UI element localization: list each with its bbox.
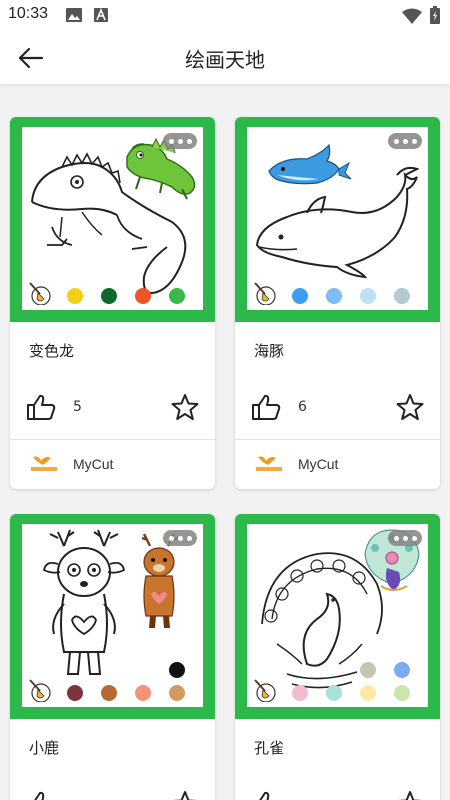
thumbs-up-icon[interactable]	[251, 790, 281, 800]
drawing-name: 海豚	[254, 342, 285, 360]
drawing-card[interactable]: 海豚 6 MyCut	[235, 117, 440, 489]
thumbs-up-icon[interactable]	[26, 790, 56, 800]
page-title: 绘画天地	[185, 48, 265, 72]
thumbs-up-icon[interactable]	[26, 393, 56, 421]
drawing-card[interactable]: 孔雀	[235, 514, 440, 800]
favorite-star-icon[interactable]	[396, 393, 424, 421]
more-options-button[interactable]	[388, 530, 422, 546]
divider	[10, 439, 215, 440]
like-count: 6	[298, 399, 307, 415]
palette-color-dot[interactable]	[394, 685, 410, 701]
palette-color-dot[interactable]	[360, 288, 376, 304]
more-options-button[interactable]	[163, 530, 197, 546]
palette-color-dot[interactable]	[101, 288, 117, 304]
palette-color-dot[interactable]	[169, 685, 185, 701]
drawing-thumbnail[interactable]	[235, 514, 440, 719]
drawing-card[interactable]: 小鹿	[10, 514, 215, 800]
more-options-button[interactable]	[388, 133, 422, 149]
status-bar: 10:33	[0, 0, 450, 32]
favorite-star-icon[interactable]	[396, 790, 424, 800]
paint-brush-icon[interactable]	[253, 678, 277, 702]
palette-color-dot[interactable]	[292, 288, 308, 304]
divider	[235, 439, 440, 440]
status-time: 10:33	[8, 5, 49, 22]
drawing-thumbnail[interactable]	[235, 117, 440, 322]
author-name[interactable]: MyCut	[73, 456, 113, 472]
paint-brush-icon[interactable]	[253, 281, 277, 305]
drawing-name: 孔雀	[254, 739, 285, 757]
palette-color-dot[interactable]	[135, 288, 151, 304]
palette-color-dot[interactable]	[135, 685, 151, 701]
paint-brush-icon[interactable]	[28, 678, 52, 702]
palette-color-dot[interactable]	[360, 662, 376, 678]
thumbs-up-icon[interactable]	[251, 393, 281, 421]
app-bar: 绘画天地	[0, 32, 450, 84]
palette-color-dot[interactable]	[67, 288, 83, 304]
palette-color-dot[interactable]	[67, 685, 83, 701]
author-name[interactable]: MyCut	[298, 456, 338, 472]
drawing-name: 小鹿	[29, 739, 60, 757]
drawing-card[interactable]: 变色龙 5 MyCut	[10, 117, 215, 489]
palette-color-dot[interactable]	[101, 685, 117, 701]
paint-brush-icon[interactable]	[28, 281, 52, 305]
favorite-star-icon[interactable]	[171, 393, 199, 421]
palette-color-dot[interactable]	[169, 662, 185, 678]
text-a-icon	[94, 8, 108, 22]
mycut-logo-icon	[31, 456, 57, 471]
palette-color-dot[interactable]	[169, 288, 185, 304]
image-icon	[66, 8, 82, 22]
battery-icon	[430, 6, 440, 24]
drawing-thumbnail[interactable]	[10, 117, 215, 322]
drawing-name: 变色龙	[29, 342, 75, 360]
drawing-thumbnail[interactable]	[10, 514, 215, 719]
palette-color-dot[interactable]	[394, 288, 410, 304]
like-count: 5	[73, 399, 82, 415]
palette-color-dot[interactable]	[394, 662, 410, 678]
mycut-logo-icon	[256, 456, 282, 471]
palette-color-dot[interactable]	[360, 685, 376, 701]
more-options-button[interactable]	[163, 133, 197, 149]
favorite-star-icon[interactable]	[171, 790, 199, 800]
palette-color-dot[interactable]	[292, 685, 308, 701]
palette-color-dot[interactable]	[326, 288, 342, 304]
palette-color-dot[interactable]	[326, 685, 342, 701]
wifi-icon	[402, 8, 422, 24]
